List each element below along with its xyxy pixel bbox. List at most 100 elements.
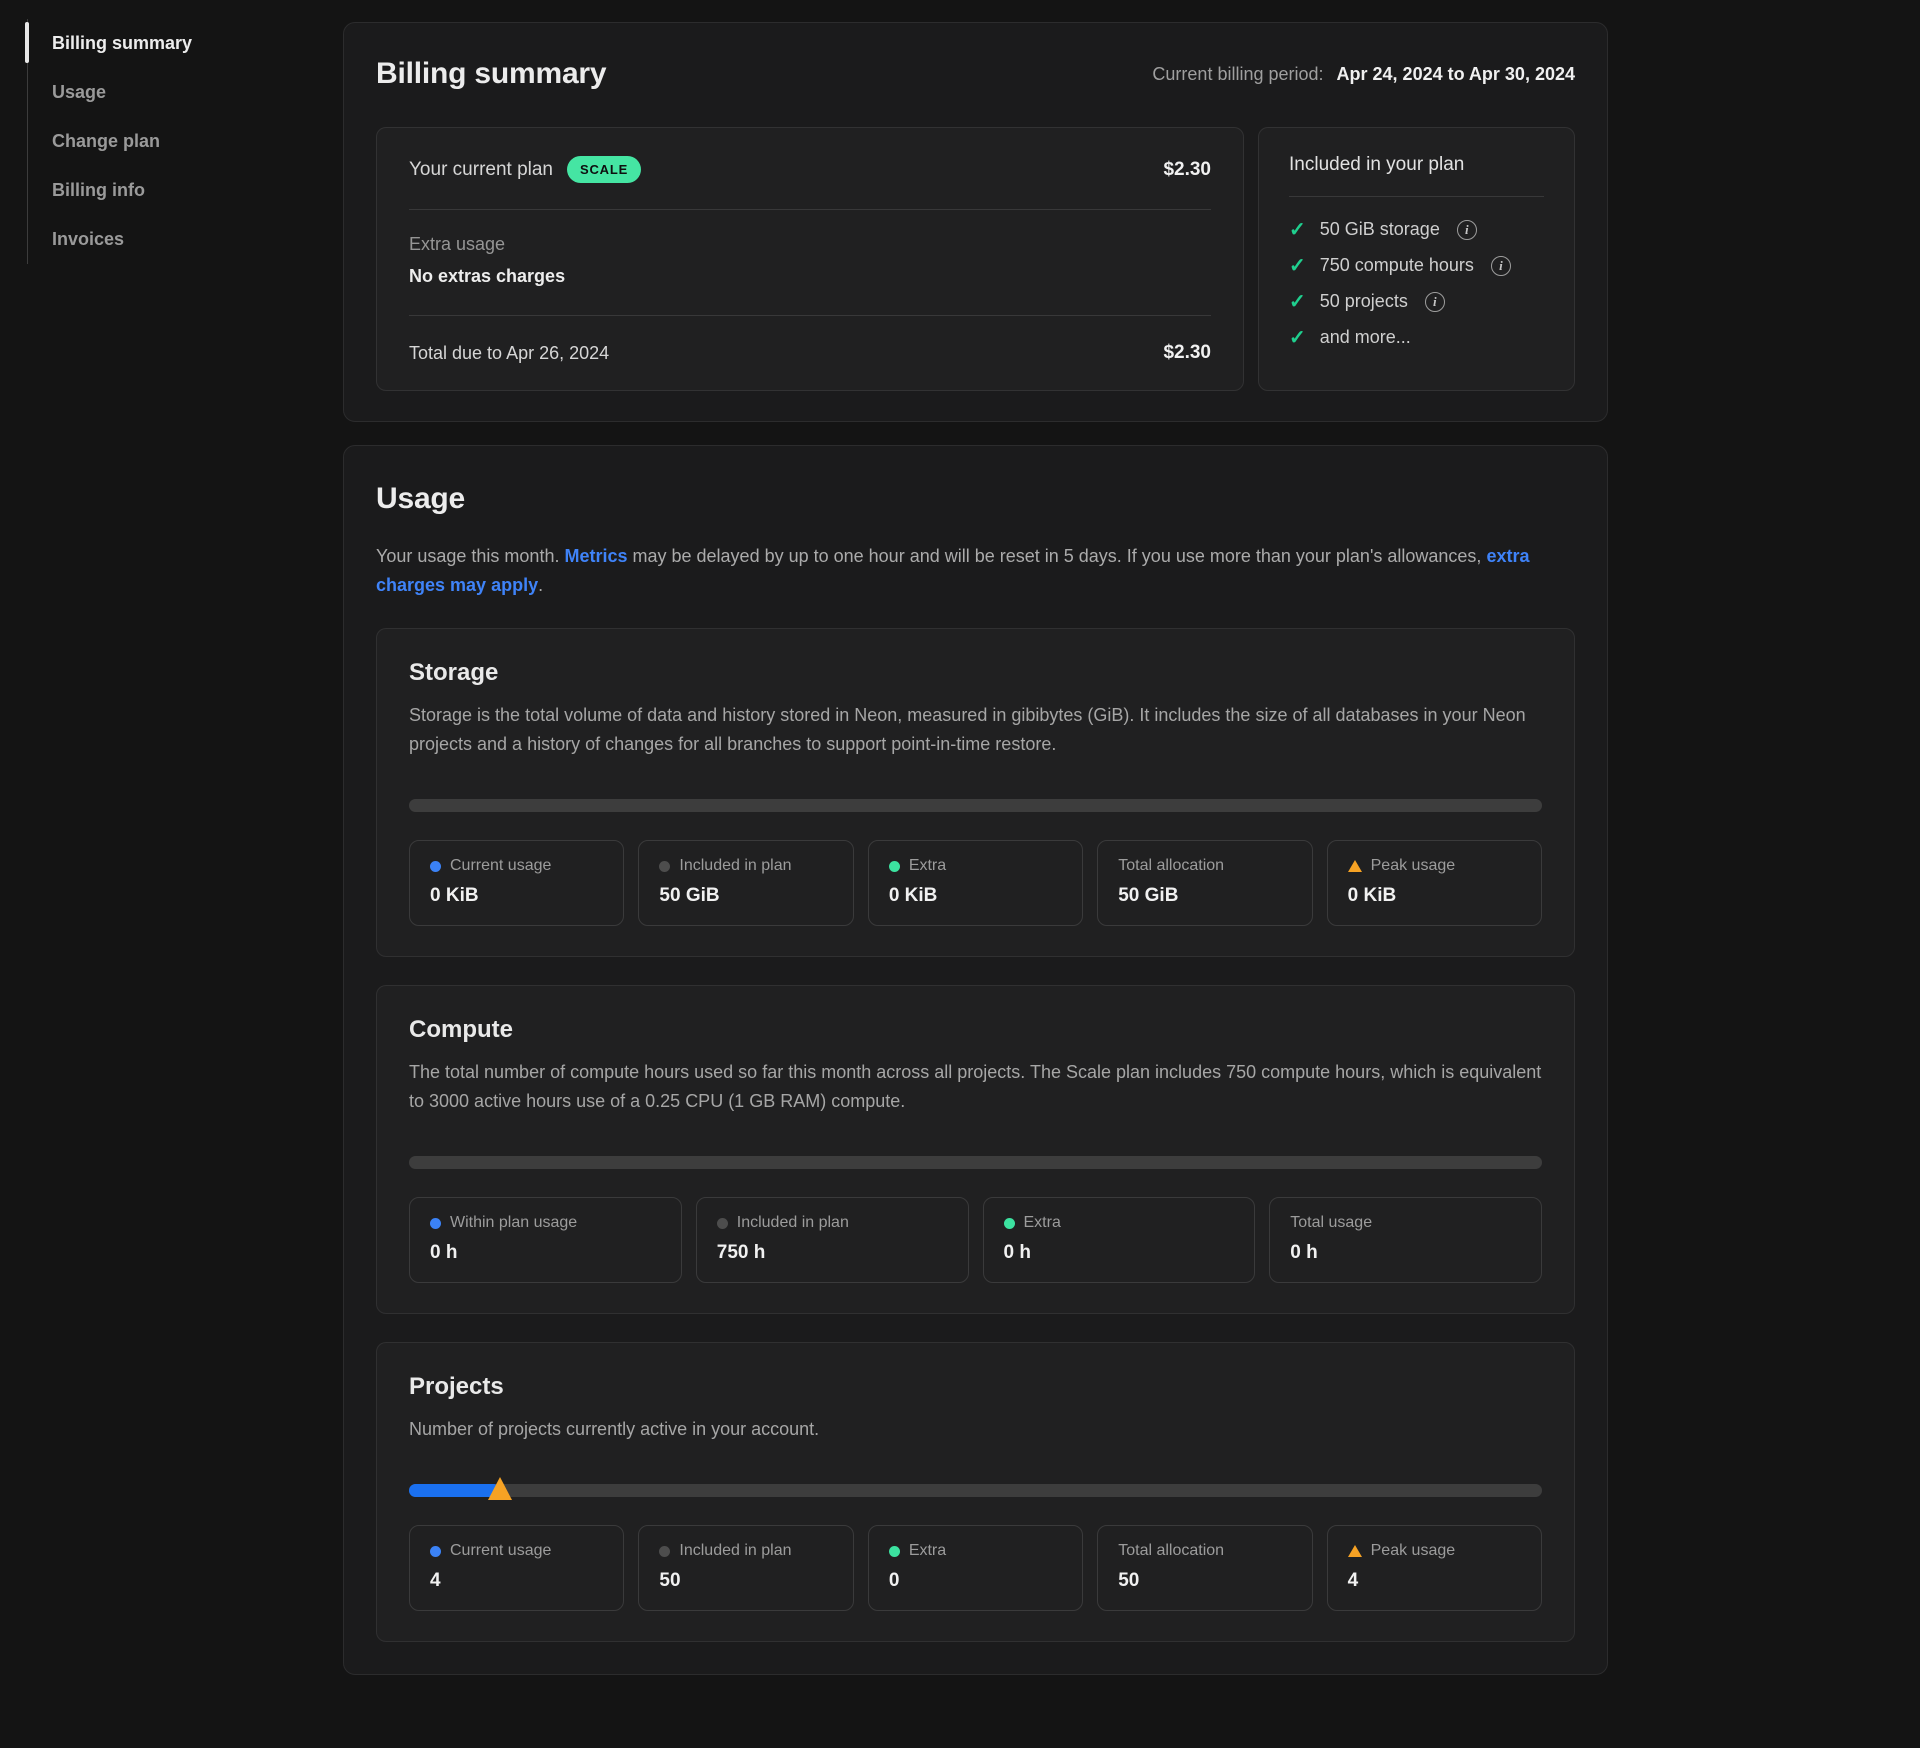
total-due-amount: $2.30 — [1163, 342, 1211, 364]
projects-title: Projects — [409, 1373, 1542, 1401]
check-icon: ✓ — [1289, 328, 1306, 348]
sidebar-nav-label: Usage — [52, 82, 106, 103]
metrics-link[interactable]: Metrics — [564, 546, 627, 566]
check-icon: ✓ — [1289, 256, 1306, 276]
stat-label-row: Included in plan — [659, 857, 832, 875]
stat-label-row: Included in plan — [717, 1214, 948, 1232]
storage-stats-row: Current usage 0 KiB Included in plan 50 … — [409, 840, 1542, 926]
usage-intro-text-1: Your usage this month. — [376, 546, 564, 566]
stat-marker-icon — [889, 861, 900, 872]
stat-box: Total usage 0 h — [1269, 1197, 1542, 1283]
stat-label: Total allocation — [1118, 1542, 1224, 1560]
sidebar-nav-label: Invoices — [52, 229, 124, 250]
stat-value: 0 KiB — [1348, 885, 1521, 907]
stat-label-row: Total allocation — [1118, 857, 1291, 875]
billing-summary-header: Billing summary Current billing period: … — [376, 57, 1575, 91]
included-in-plan-title: Included in your plan — [1289, 154, 1544, 197]
storage-section: Storage Storage is the total volume of d… — [376, 628, 1575, 957]
info-icon[interactable]: i — [1457, 220, 1477, 240]
projects-section: Projects Number of projects currently ac… — [376, 1342, 1575, 1642]
stat-value: 0 — [889, 1570, 1062, 1592]
extra-usage-value: No extras charges — [409, 266, 1211, 287]
stat-value: 0 h — [1290, 1242, 1521, 1264]
sidebar-nav-item[interactable]: Change plan — [28, 117, 272, 166]
included-feature-label: 50 GiB storage — [1320, 219, 1440, 240]
stat-label-row: Current usage — [430, 857, 603, 875]
stat-marker-icon — [430, 1218, 441, 1229]
peak-marker-icon — [488, 1477, 512, 1500]
stat-value: 50 — [1118, 1570, 1291, 1592]
extra-usage-label: Extra usage — [409, 234, 1211, 255]
stat-label-row: Peak usage — [1348, 1542, 1521, 1560]
usage-card: Usage Your usage this month. Metrics may… — [343, 445, 1608, 1675]
included-feature-label: 50 projects — [1320, 291, 1408, 312]
page-title: Billing summary — [376, 57, 606, 91]
billing-period-value: Apr 24, 2024 to Apr 30, 2024 — [1337, 64, 1575, 84]
stat-marker-icon — [889, 1546, 900, 1557]
stat-value: 4 — [1348, 1570, 1521, 1592]
sidebar-nav-item[interactable]: Usage — [28, 68, 272, 117]
stat-label-row: Extra — [1004, 1214, 1235, 1232]
included-feature-item: ✓ 50 projects i — [1289, 291, 1544, 312]
stat-box: Included in plan 50 GiB — [638, 840, 853, 926]
billing-summary-body: Your current plan SCALE $2.30 Extra usag… — [376, 127, 1575, 391]
stat-box: Extra 0 h — [983, 1197, 1256, 1283]
stat-value: 50 — [659, 1570, 832, 1592]
compute-description: The total number of compute hours used s… — [409, 1058, 1542, 1116]
stat-marker-icon — [430, 861, 441, 872]
info-icon[interactable]: i — [1491, 256, 1511, 276]
stat-label-row: Extra — [889, 1542, 1062, 1560]
stat-label: Included in plan — [737, 1214, 849, 1232]
stat-marker-icon — [430, 1546, 441, 1557]
total-due-row: Total due to Apr 26, 2024 $2.30 — [409, 316, 1211, 364]
check-icon: ✓ — [1289, 292, 1306, 312]
sidebar-nav-label: Billing summary — [52, 33, 192, 54]
stat-marker-icon — [1004, 1218, 1015, 1229]
stat-label: Extra — [909, 857, 946, 875]
stat-box: Current usage 0 KiB — [409, 840, 624, 926]
stat-label: Current usage — [450, 857, 551, 875]
billing-period: Current billing period: Apr 24, 2024 to … — [1152, 64, 1575, 85]
billing-nav: Billing summary Usage Change plan Billin… — [27, 19, 272, 264]
included-in-plan-panel: Included in your plan ✓ 50 GiB storage i… — [1258, 127, 1575, 391]
plan-badge: SCALE — [567, 156, 641, 183]
stat-label-row: Total usage — [1290, 1214, 1521, 1232]
current-plan-card: Your current plan SCALE $2.30 Extra usag… — [376, 127, 1244, 391]
stat-label: Current usage — [450, 1542, 551, 1560]
usage-intro: Your usage this month. Metrics may be de… — [376, 542, 1546, 600]
sidebar-nav-item[interactable]: Billing summary — [28, 19, 272, 68]
stat-label-row: Current usage — [430, 1542, 603, 1560]
plan-amount: $2.30 — [1163, 159, 1211, 181]
info-icon[interactable]: i — [1425, 292, 1445, 312]
compute-progress-bar — [409, 1156, 1542, 1169]
projects-progress-fill — [409, 1484, 500, 1497]
sidebar-nav-item[interactable]: Invoices — [28, 215, 272, 264]
stat-label: Within plan usage — [450, 1214, 577, 1232]
current-plan-left: Your current plan SCALE — [409, 156, 641, 183]
main-content: Billing summary Current billing period: … — [343, 0, 1608, 1675]
stat-box: Extra 0 — [868, 1525, 1083, 1611]
current-plan-label: Your current plan — [409, 159, 553, 181]
stat-label: Peak usage — [1371, 1542, 1456, 1560]
stat-value: 50 GiB — [659, 885, 832, 907]
included-feature-list: ✓ 50 GiB storage i ✓ 750 compute hours i — [1289, 219, 1544, 348]
storage-progress-bar — [409, 799, 1542, 812]
compute-section: Compute The total number of compute hour… — [376, 985, 1575, 1314]
page: Billing summary Usage Change plan Billin… — [0, 0, 1920, 1748]
stat-label-row: Peak usage — [1348, 857, 1521, 875]
included-feature-item: ✓ 50 GiB storage i — [1289, 219, 1544, 240]
stat-marker-icon — [717, 1218, 728, 1229]
stat-box: Total allocation 50 GiB — [1097, 840, 1312, 926]
stat-label-row: Total allocation — [1118, 1542, 1291, 1560]
stat-box: Peak usage 0 KiB — [1327, 840, 1542, 926]
compute-stats-row: Within plan usage 0 h Included in plan 7… — [409, 1197, 1542, 1283]
stat-marker-icon — [659, 1546, 670, 1557]
stat-label: Extra — [1024, 1214, 1061, 1232]
stat-label-row: Included in plan — [659, 1542, 832, 1560]
stat-box: Current usage 4 — [409, 1525, 624, 1611]
sidebar: Billing summary Usage Change plan Billin… — [27, 19, 272, 264]
included-feature-label: 750 compute hours — [1320, 255, 1474, 276]
sidebar-nav-item[interactable]: Billing info — [28, 166, 272, 215]
extra-usage-block: Extra usage No extras charges — [409, 210, 1211, 316]
stat-label: Included in plan — [679, 1542, 791, 1560]
